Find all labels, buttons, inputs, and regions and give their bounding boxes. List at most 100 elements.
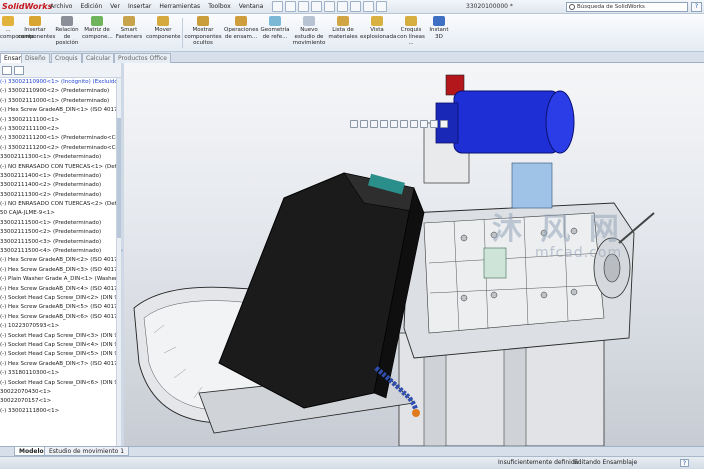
- tree-item[interactable]: (-) Plain Washer Grade A_DIN<1> (Washer …: [0, 275, 116, 284]
- open-icon[interactable]: [285, 1, 296, 12]
- tree-item[interactable]: 30022070157<1>: [0, 397, 116, 406]
- menu-edicion[interactable]: Edición: [76, 0, 106, 14]
- tab-calcular[interactable]: Calcular: [82, 53, 115, 63]
- menu-archivo[interactable]: Archivo: [46, 0, 76, 14]
- tree-item[interactable]: (-) 33002111200<2> (Predeterminado<Conv: [0, 144, 116, 153]
- move-component-icon: [157, 16, 169, 26]
- cmd-insert-components[interactable]: Insertar componentes: [18, 16, 55, 52]
- cmd-assembly-features[interactable]: Operaciones de ensam...: [224, 16, 259, 52]
- bottom-tabs: Modelo Estudio de movimiento 1: [0, 446, 704, 456]
- tree-item[interactable]: (-) 33180110300<1>: [0, 369, 116, 378]
- menu-ventana[interactable]: Ventana: [235, 0, 268, 14]
- black-cabinet: [218, 172, 425, 409]
- tree-item[interactable]: (-) 33002111800<1>: [0, 407, 116, 416]
- zoom-area-icon[interactable]: [360, 120, 368, 128]
- display-style-icon[interactable]: [400, 120, 408, 128]
- quick-access-toolbar: [272, 1, 387, 13]
- cmd-reference-geometry[interactable]: Geometría de refe...: [260, 16, 290, 52]
- save-icon[interactable]: [298, 1, 309, 12]
- tree-item[interactable]: 30022070430<1>: [0, 388, 116, 397]
- tree-item[interactable]: (-) NO ENRASADO CON TUERCAS<1> (Defa...: [0, 163, 116, 172]
- tree-item[interactable]: (-) 10223070593<1>: [0, 322, 116, 331]
- cmd-move-component[interactable]: Mover componente: [146, 16, 181, 52]
- cmd-show-hidden[interactable]: Mostrar componentes ocultos: [184, 16, 222, 52]
- reference-geometry-icon: [269, 16, 281, 26]
- tree-item[interactable]: 33002111300<1> (Predeterminado): [0, 153, 116, 162]
- view-settings-icon[interactable]: [440, 120, 448, 128]
- tree-item[interactable]: (-) 33002111000<1> (Predeterminado): [0, 97, 116, 106]
- tree-item[interactable]: 33002111500<4> (Predeterminado): [0, 247, 116, 256]
- tree-item[interactable]: (-) Hex Screw GradeAB_DIN<7> (ISO 4017 -: [0, 360, 116, 369]
- previous-view-icon[interactable]: [370, 120, 378, 128]
- tab-diseno[interactable]: Diseño: [21, 53, 50, 63]
- tree-item[interactable]: (-) Hex Screw GradeAB_DIN<5> (ISO 4017 -: [0, 303, 116, 312]
- property-manager-icon[interactable]: [14, 66, 24, 75]
- definition-status: Insuficientemente definida: [498, 459, 579, 466]
- zoom-to-fit-icon[interactable]: [350, 120, 358, 128]
- menu-ver[interactable]: Ver: [106, 0, 124, 14]
- cmd-bom[interactable]: Lista de materiales: [328, 16, 358, 52]
- print-icon[interactable]: [311, 1, 322, 12]
- tree-item[interactable]: (-) 33002110900<2> (Predeterminado): [0, 87, 116, 96]
- status-help-button[interactable]: ?: [680, 459, 689, 467]
- panel-toolbar: [0, 63, 121, 78]
- tree-item[interactable]: (-) 33002110900<1> (Incógnito) (Excluido…: [0, 78, 116, 87]
- document-title: 33020100000 *: [466, 3, 513, 10]
- tree-item[interactable]: (-) 33002111100<2>: [0, 125, 116, 134]
- select-icon[interactable]: [337, 1, 348, 12]
- cmd-exploded-view[interactable]: Vista explosionada: [360, 16, 396, 52]
- tree-item[interactable]: 50 CAJA-JLME-9<1>: [0, 209, 116, 218]
- tree-item[interactable]: (-) Socket Head Cap Screw_DIN<5> (DIN 91…: [0, 350, 116, 359]
- tree-item[interactable]: (-) Hex Screw GradeAB_DIN<3> (ISO 4017 -: [0, 266, 116, 275]
- edit-appearance-icon[interactable]: [420, 120, 428, 128]
- tree-item[interactable]: (-) Socket Head Cap Screw_DIN<4> (DIN 91…: [0, 341, 116, 350]
- tree-item[interactable]: (-) Hex Screw GradeAB_DIN<6> (ISO 4017 -: [0, 313, 116, 322]
- tree-item[interactable]: (-) Hex Screw GradeAB_DIN<4> (ISO 4017 -: [0, 285, 116, 294]
- solidworks-logo: SolidWorks: [2, 2, 53, 11]
- apply-scene-icon[interactable]: [430, 120, 438, 128]
- watermark-url: mfcad.com: [535, 245, 623, 261]
- cmd-smart-fasteners[interactable]: Smart Fasteners: [114, 16, 144, 52]
- tree-item[interactable]: (-) NO ENRASADO CON TUERCAS<2> (Defa...: [0, 200, 116, 209]
- feature-tree-icon[interactable]: [2, 66, 12, 75]
- tree-item[interactable]: 33002111400<1> (Predeterminado): [0, 172, 116, 181]
- command-manager-tabs: Ensamblaje Diseño Croquis Calcular Produ…: [0, 52, 704, 63]
- tree-item[interactable]: 33002111300<2> (Predeterminado): [0, 191, 116, 200]
- menu-herramientas[interactable]: Herramientas: [155, 0, 204, 14]
- undo-icon[interactable]: [324, 1, 335, 12]
- menu-toolbox[interactable]: Toolbox: [204, 0, 235, 14]
- hide-show-items-icon[interactable]: [410, 120, 418, 128]
- help-button[interactable]: ?: [691, 2, 702, 12]
- menu-insertar[interactable]: Insertar: [124, 0, 155, 14]
- options-icon[interactable]: [376, 1, 387, 12]
- bom-icon: [337, 16, 349, 26]
- rebuild-icon[interactable]: [350, 1, 361, 12]
- tree-item[interactable]: (-) 33002111100<1>: [0, 116, 116, 125]
- file-properties-icon[interactable]: [363, 1, 374, 12]
- new-document-icon[interactable]: [272, 1, 283, 12]
- cmd-new-motion-study[interactable]: Nuevo estudio de movimiento: [292, 16, 326, 52]
- tab-productos-office[interactable]: Productos Office: [114, 53, 171, 63]
- cmd-component-pattern[interactable]: Matriz de compone...: [82, 16, 113, 52]
- tree-item[interactable]: 33002111500<1> (Predeterminado): [0, 219, 116, 228]
- tree-item[interactable]: (-) Hex Screw GradeAB_DIN<2> (ISO 4017 -: [0, 256, 116, 265]
- tree-item[interactable]: (-) Socket Head Cap Screw_DIN<3> (DIN 91…: [0, 332, 116, 341]
- tree-item[interactable]: 33002111500<2> (Predeterminado): [0, 228, 116, 237]
- section-view-icon[interactable]: [380, 120, 388, 128]
- tree-item[interactable]: (-) Socket Head Cap Screw_DIN<6> (DIN 91…: [0, 379, 116, 388]
- tree-item[interactable]: 33002111500<3> (Predeterminado): [0, 238, 116, 247]
- tree-item[interactable]: (-) Socket Head Cap Screw_DIN<2> (DIN 91…: [0, 294, 116, 303]
- tab-croquis[interactable]: Croquis: [51, 53, 82, 63]
- view-orientation-icon[interactable]: [390, 120, 398, 128]
- search-input[interactable]: Búsqueda de SolidWorks: [566, 2, 688, 12]
- cmd-insert-component[interactable]: ... componente: [0, 16, 35, 52]
- tab-motion-study-1[interactable]: Estudio de movimiento 1: [44, 447, 130, 456]
- feature-tree: (-) 33002110900<1> (Incógnito) (Excluido…: [0, 78, 116, 446]
- tree-item[interactable]: (-) 33002111200<1> (Predeterminado<Conv: [0, 134, 116, 143]
- cmd-mate[interactable]: Relación de posición: [54, 16, 80, 52]
- cmd-instant3d[interactable]: Instant 3D: [428, 16, 450, 52]
- tree-item[interactable]: 33002111400<2> (Predeterminado): [0, 181, 116, 190]
- smart-fasteners-icon: [123, 16, 135, 26]
- tree-item[interactable]: (-) Hex Screw GradeAB_DIN<1> (ISO 4017 -: [0, 106, 116, 115]
- cmd-explode-line-sketch[interactable]: Croquis con líneas ...: [396, 16, 426, 52]
